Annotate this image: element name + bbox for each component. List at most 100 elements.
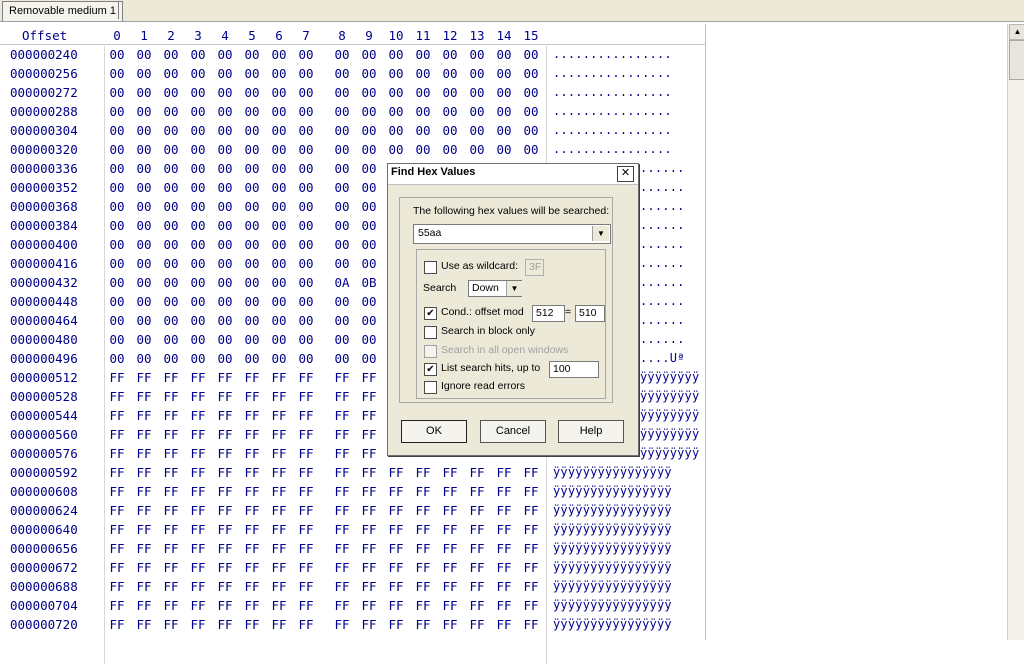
hex-byte[interactable]: FF (132, 501, 156, 520)
hex-byte[interactable]: 00 (330, 83, 354, 102)
hex-byte[interactable]: FF (213, 425, 237, 444)
hex-byte[interactable]: 00 (294, 45, 318, 64)
hex-byte[interactable]: 00 (186, 197, 210, 216)
hex-row[interactable]: 000000592 FF FF FF FF FF FF FF FF FF FF FF FF FF FF FF F… (0, 463, 705, 482)
hex-byte[interactable]: FF (519, 520, 543, 539)
hex-byte[interactable]: 00 (132, 235, 156, 254)
hex-byte[interactable]: 00 (159, 197, 183, 216)
hex-byte[interactable]: 00 (240, 235, 264, 254)
hex-byte[interactable]: FF (384, 501, 408, 520)
hex-byte[interactable]: FF (186, 444, 210, 463)
hex-byte[interactable]: 00 (240, 83, 264, 102)
hex-byte[interactable]: FF (357, 368, 381, 387)
hex-byte[interactable]: FF (411, 577, 435, 596)
hex-byte[interactable]: 00 (519, 64, 543, 83)
hex-byte[interactable]: FF (213, 482, 237, 501)
hex-byte[interactable]: FF (105, 482, 129, 501)
scroll-thumb[interactable] (1009, 40, 1024, 80)
hex-byte[interactable]: 00 (213, 349, 237, 368)
hex-byte[interactable]: 00 (240, 311, 264, 330)
hex-byte[interactable]: FF (240, 425, 264, 444)
hex-byte[interactable]: 00 (159, 64, 183, 83)
ascii-text[interactable]: ...... (640, 178, 685, 197)
hex-byte[interactable]: FF (294, 482, 318, 501)
hex-byte[interactable]: 00 (186, 64, 210, 83)
ascii-text[interactable]: ÿÿÿÿÿÿÿÿÿÿÿÿÿÿÿÿ (553, 539, 672, 558)
hex-byte[interactable]: FF (132, 615, 156, 634)
hex-byte[interactable]: FF (267, 558, 291, 577)
hex-byte[interactable]: 00 (384, 140, 408, 159)
hex-byte[interactable]: 00 (519, 140, 543, 159)
ascii-text[interactable]: ................ (553, 121, 672, 140)
hex-byte[interactable]: FF (519, 596, 543, 615)
hex-byte[interactable]: FF (465, 558, 489, 577)
ascii-text[interactable]: ...... (640, 254, 685, 273)
hex-row[interactable]: 000000640 FF FF FF FF FF FF FF FF FF FF FF FF FF FF FF F… (0, 520, 705, 539)
hex-byte[interactable]: FF (384, 558, 408, 577)
hex-row[interactable]: 000000256 00 00 00 00 00 00 00 00 00 00 00 00 00 00 00 0… (0, 64, 705, 83)
hex-byte[interactable]: 00 (240, 45, 264, 64)
hex-byte[interactable]: 00 (186, 178, 210, 197)
ascii-text[interactable]: ÿÿÿÿÿÿÿÿÿÿÿÿÿÿÿÿ (553, 596, 672, 615)
hex-byte[interactable]: 00 (132, 140, 156, 159)
hex-byte[interactable]: 00 (330, 102, 354, 121)
hex-byte[interactable]: FF (294, 463, 318, 482)
hex-byte[interactable]: 00 (267, 311, 291, 330)
hex-byte[interactable]: 00 (186, 254, 210, 273)
hex-byte[interactable]: FF (240, 596, 264, 615)
ascii-text[interactable]: ...... (640, 292, 685, 311)
hex-row[interactable]: 000000688 FF FF FF FF FF FF FF FF FF FF FF FF FF FF FF F… (0, 577, 705, 596)
hex-byte[interactable]: FF (267, 387, 291, 406)
hex-byte[interactable]: 00 (213, 197, 237, 216)
hex-byte[interactable]: FF (132, 387, 156, 406)
hex-byte[interactable]: 00 (492, 45, 516, 64)
hex-byte[interactable]: FF (492, 615, 516, 634)
hex-byte[interactable]: 00 (330, 64, 354, 83)
hex-byte[interactable]: FF (357, 558, 381, 577)
hex-byte[interactable]: 00 (519, 45, 543, 64)
hex-byte[interactable]: 00 (240, 254, 264, 273)
hex-byte[interactable]: 00 (105, 121, 129, 140)
hex-byte[interactable]: FF (411, 501, 435, 520)
hex-byte[interactable]: FF (384, 577, 408, 596)
hex-byte[interactable]: 00 (186, 216, 210, 235)
arrow-up-icon[interactable]: ▲ (1009, 24, 1024, 40)
hex-byte[interactable]: 00 (330, 292, 354, 311)
block-only-checkbox[interactable] (424, 326, 437, 339)
ascii-text[interactable]: ...... (640, 197, 685, 216)
hex-row[interactable]: 000000288 00 00 00 00 00 00 00 00 00 00 00 00 00 00 00 0… (0, 102, 705, 121)
hex-byte[interactable]: 00 (357, 83, 381, 102)
hex-byte[interactable]: FF (240, 520, 264, 539)
hex-byte[interactable]: 00 (411, 83, 435, 102)
hex-byte[interactable]: FF (267, 539, 291, 558)
hex-byte[interactable]: FF (357, 596, 381, 615)
hex-row[interactable]: 000000624 FF FF FF FF FF FF FF FF FF FF FF FF FF FF FF F… (0, 501, 705, 520)
ascii-text[interactable]: ÿÿÿÿÿÿÿÿÿÿÿÿÿÿÿÿ (553, 520, 672, 539)
hex-byte[interactable]: 00 (186, 311, 210, 330)
close-icon[interactable]: ✕ (617, 166, 634, 182)
hex-byte[interactable]: FF (159, 558, 183, 577)
hex-byte[interactable]: 00 (186, 45, 210, 64)
ascii-text[interactable]: ................ (553, 102, 672, 121)
hex-byte[interactable]: 00 (294, 273, 318, 292)
hex-byte[interactable]: FF (186, 387, 210, 406)
hex-byte[interactable]: FF (330, 463, 354, 482)
hex-byte[interactable]: 00 (159, 273, 183, 292)
hex-byte[interactable]: FF (132, 406, 156, 425)
ascii-text[interactable]: ÿÿÿÿÿÿÿÿÿÿÿÿÿÿÿÿ (553, 577, 672, 596)
hex-byte[interactable]: 00 (267, 102, 291, 121)
hex-byte[interactable]: 00 (357, 292, 381, 311)
hex-byte[interactable]: 00 (213, 311, 237, 330)
hex-byte[interactable]: 00 (330, 235, 354, 254)
hex-byte[interactable]: 00 (492, 64, 516, 83)
hex-byte[interactable]: 00 (357, 254, 381, 273)
hex-byte[interactable]: FF (438, 615, 462, 634)
hex-byte[interactable]: 00 (186, 235, 210, 254)
ascii-text[interactable]: ...... (640, 159, 685, 178)
hex-byte[interactable]: FF (132, 425, 156, 444)
hex-byte[interactable]: 00 (159, 45, 183, 64)
hex-byte[interactable]: 00 (294, 254, 318, 273)
hex-byte[interactable]: FF (240, 387, 264, 406)
hex-byte[interactable]: FF (330, 425, 354, 444)
hex-byte[interactable]: FF (105, 558, 129, 577)
